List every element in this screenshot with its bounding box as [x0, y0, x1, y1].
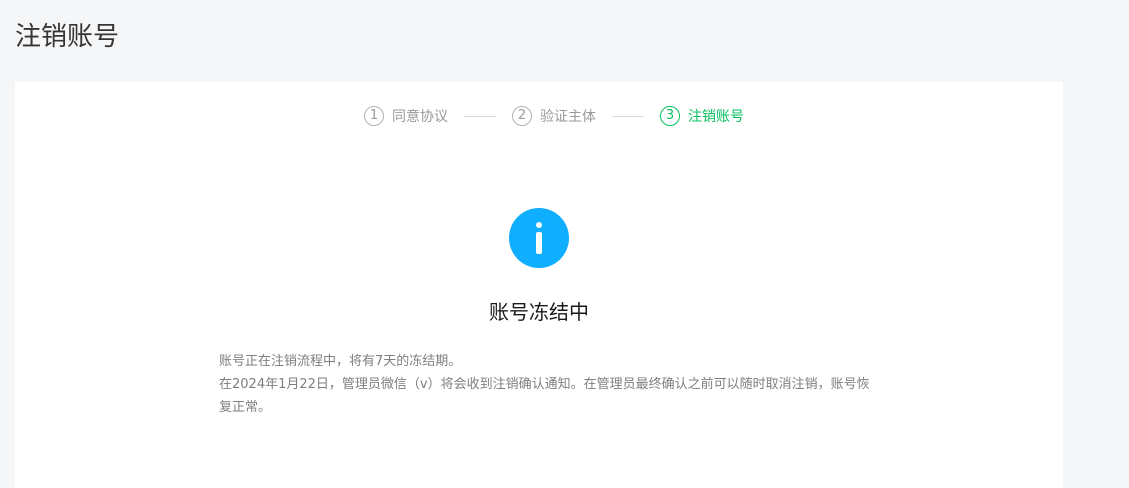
info-icon-dot	[536, 222, 542, 228]
content-card: 1 同意协议 2 验证主体 3 注销账号 账号冻结中 账号正在注销流程中，将有7…	[15, 82, 1063, 488]
step-label: 同意协议	[392, 109, 448, 125]
description-line: 账号正在注销流程中，将有7天的冻结期。	[219, 354, 462, 369]
step-verify-subject: 2 验证主体	[512, 106, 596, 126]
step-indicator: 1 同意协议 2 验证主体 3 注销账号	[15, 106, 1063, 126]
step-divider	[612, 115, 644, 117]
step-label: 注销账号	[688, 109, 744, 125]
step-label: 验证主体	[540, 109, 596, 125]
status-description: 账号正在注销流程中，将有7天的冻结期。 在2024年1月22日，管理员微信（v）…	[219, 350, 879, 419]
status-title: 账号冻结中	[489, 300, 589, 324]
step-number-1: 1	[364, 106, 384, 126]
step-cancel-account: 3 注销账号	[660, 106, 744, 126]
step-agree-protocol: 1 同意协议	[364, 106, 448, 126]
page-title: 注销账号	[15, 22, 120, 52]
step-number-3: 3	[660, 106, 680, 126]
step-number-2: 2	[512, 106, 532, 126]
description-line: 在2024年1月22日，管理员微信（v）将会收到注销确认通知。在管理员最终确认之…	[219, 377, 870, 415]
info-icon-bar	[536, 232, 542, 254]
info-icon	[509, 208, 569, 268]
step-divider	[464, 115, 496, 117]
